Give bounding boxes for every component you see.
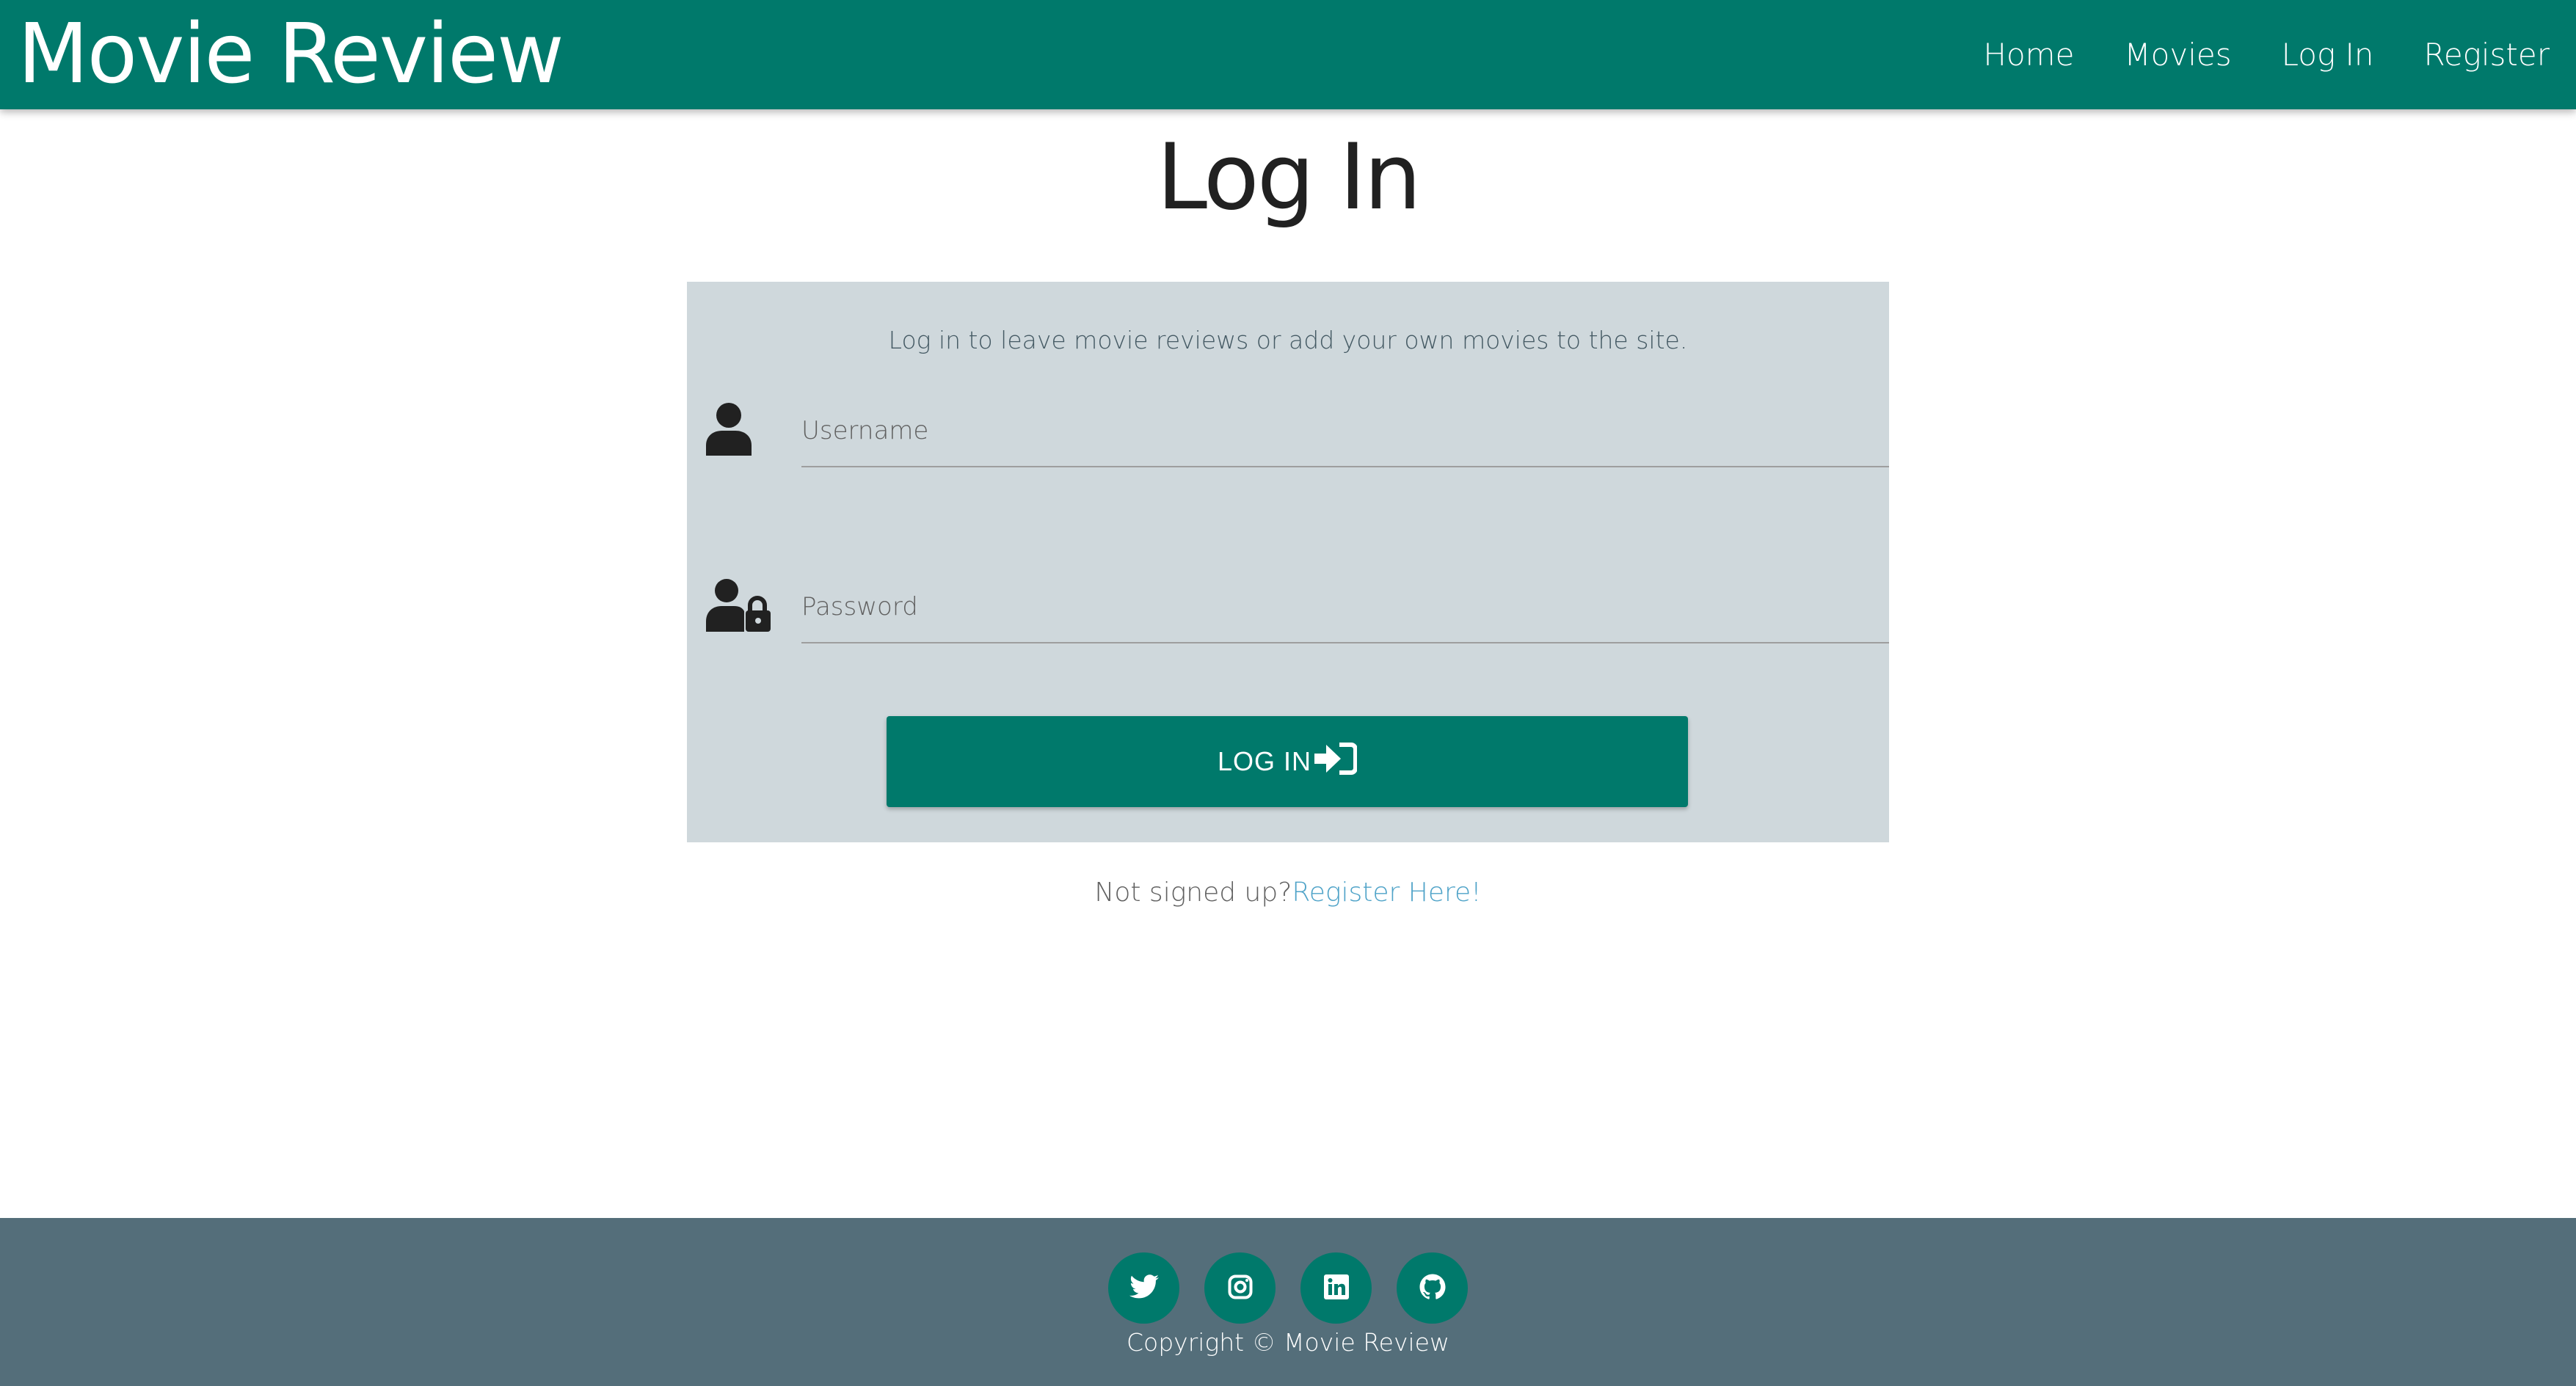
linkedin-link[interactable] bbox=[1300, 1252, 1372, 1324]
nav-links: Home Movies Log In Register bbox=[1933, 0, 2550, 109]
navbar: Movie Review Home Movies Log In Register bbox=[0, 0, 2576, 109]
username-field-group bbox=[706, 395, 1889, 484]
log-in-button-label: LOG IN bbox=[1217, 746, 1312, 776]
signup-prompt-line: Not signed up?Register Here! bbox=[0, 878, 2576, 908]
login-intro-text: Log in to leave movie reviews or add you… bbox=[888, 326, 1688, 354]
username-input[interactable] bbox=[801, 395, 1889, 467]
copyright-text: Copyright © Movie Review bbox=[1127, 1328, 1449, 1357]
user-lock-icon bbox=[706, 579, 771, 635]
github-icon bbox=[1419, 1274, 1446, 1303]
social-links bbox=[0, 1252, 2576, 1324]
signup-prompt-text: Not signed up? bbox=[1094, 878, 1292, 908]
twitter-link[interactable] bbox=[1108, 1252, 1179, 1324]
brand-logo[interactable]: Movie Review bbox=[18, 0, 564, 109]
user-icon bbox=[706, 403, 752, 459]
twitter-icon bbox=[1129, 1274, 1159, 1302]
footer: Copyright © Movie Review bbox=[0, 1218, 2576, 1386]
page-title: Log In bbox=[1156, 125, 1422, 230]
instagram-icon bbox=[1228, 1274, 1253, 1302]
instagram-link[interactable] bbox=[1204, 1252, 1276, 1324]
log-in-button[interactable]: LOG IN bbox=[887, 716, 1688, 807]
nav-link-movies[interactable]: Movies bbox=[2124, 0, 2231, 109]
register-link[interactable]: Register Here! bbox=[1292, 878, 1481, 908]
password-input[interactable] bbox=[801, 572, 1889, 643]
nav-link-log-in[interactable]: Log In bbox=[2282, 0, 2374, 109]
github-link[interactable] bbox=[1397, 1252, 1468, 1324]
login-card: Log in to leave movie reviews or add you… bbox=[687, 282, 1889, 842]
nav-link-home[interactable]: Home bbox=[1983, 0, 2074, 109]
linkedin-icon bbox=[1323, 1274, 1349, 1302]
sign-in-icon bbox=[1311, 742, 1358, 782]
nav-link-register[interactable]: Register bbox=[2424, 0, 2550, 109]
password-field-group bbox=[706, 572, 1889, 660]
